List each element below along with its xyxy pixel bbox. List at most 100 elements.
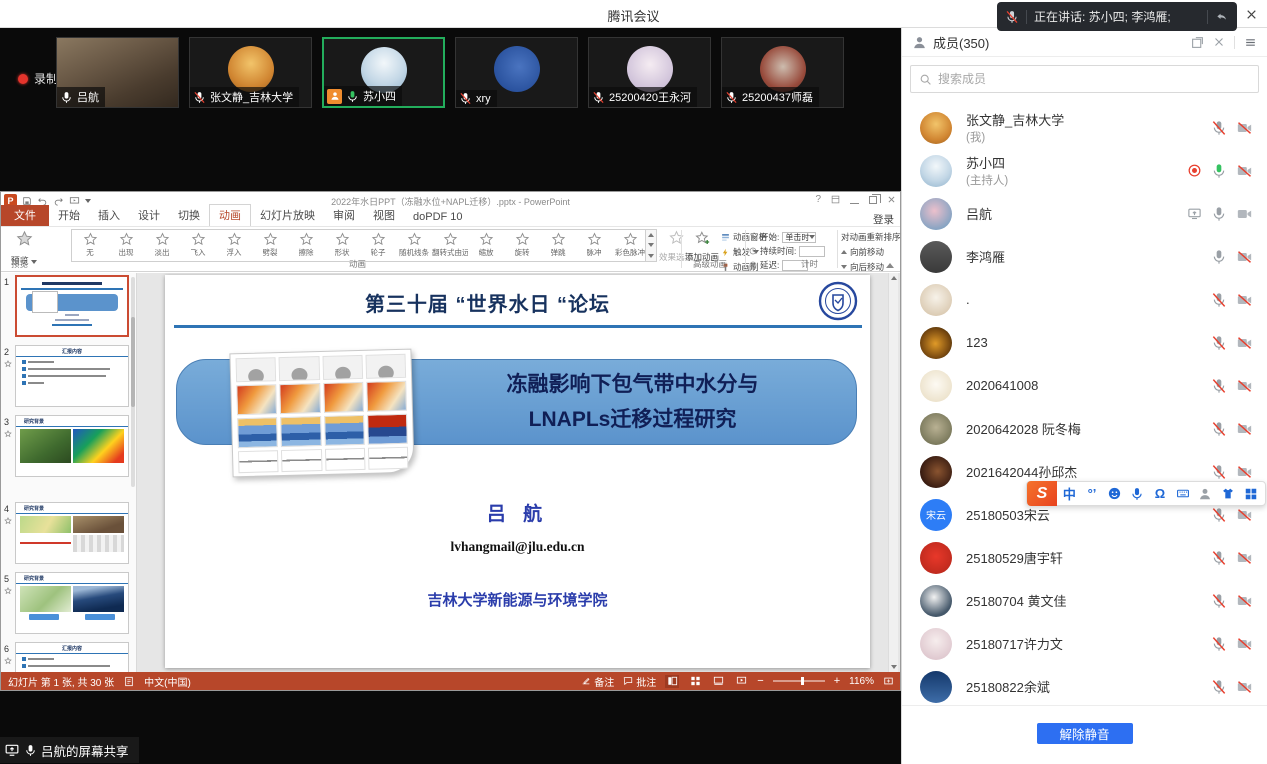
ppt-ribbon-tab[interactable]: 文件 (1, 205, 49, 226)
emoji-icon[interactable] (1104, 482, 1125, 505)
fit-slide-icon[interactable] (883, 676, 894, 686)
video-tile[interactable]: 25200437师磊 (721, 37, 844, 108)
member-row[interactable]: 25180704 黄文佳 (902, 579, 1267, 622)
member-row[interactable]: . (902, 278, 1267, 321)
camera-status-icon[interactable] (1236, 292, 1253, 308)
member-row[interactable]: 苏小四 (主持人) (902, 149, 1267, 192)
camera-status-icon[interactable] (1236, 421, 1253, 437)
animation-effect-item[interactable]: 无 (72, 230, 108, 261)
animation-effect-item[interactable]: 浮入 (216, 230, 252, 261)
camera-status-icon[interactable] (1236, 464, 1253, 480)
camera-status-icon[interactable] (1236, 636, 1253, 652)
slide-scrollbar[interactable] (888, 273, 898, 672)
member-row[interactable]: 2020641008 (902, 364, 1267, 407)
gallery-scrollbar[interactable] (646, 229, 657, 262)
camera-status-icon[interactable] (1236, 550, 1253, 566)
animation-effect-item[interactable]: 随机线条 (396, 230, 432, 261)
camera-status-icon[interactable] (1236, 507, 1253, 523)
video-tile[interactable]: 苏小四 (322, 37, 445, 108)
mic-status-icon[interactable] (1211, 421, 1227, 437)
notes-toggle[interactable]: 备注 (581, 674, 614, 689)
help-icon[interactable]: ? (815, 194, 821, 205)
zoom-level[interactable]: 116% (849, 676, 874, 687)
video-tile[interactable]: xry (455, 37, 578, 108)
keyboard-icon[interactable] (1172, 482, 1193, 505)
reading-view-button[interactable] (711, 675, 725, 688)
member-row[interactable]: 123 (902, 321, 1267, 364)
ppt-ribbon-tab[interactable]: 审阅 (324, 205, 364, 226)
ppt-ribbon-tab[interactable]: doPDF 10 (404, 209, 472, 226)
camera-status-icon[interactable] (1236, 378, 1253, 394)
normal-view-button[interactable] (665, 675, 679, 688)
mic-status-icon[interactable] (1211, 120, 1227, 136)
thumbnails-scrollbar[interactable] (131, 277, 135, 487)
animation-effect-item[interactable]: 缩放 (468, 230, 504, 261)
close-icon[interactable] (887, 195, 896, 204)
search-input[interactable] (938, 72, 1250, 86)
sign-in-link[interactable]: 登录 (873, 212, 894, 227)
voice-input-icon[interactable] (1127, 482, 1148, 505)
camera-status-icon[interactable] (1236, 593, 1253, 609)
ppt-ribbon-tab[interactable]: 切换 (169, 205, 209, 226)
member-row[interactable]: 25180717许力文 (902, 622, 1267, 665)
slide-canvas[interactable]: 第三十届 “世界水日 “论坛 (165, 275, 870, 668)
sogou-logo-icon[interactable]: S (1027, 481, 1057, 506)
animation-effect-item[interactable]: 形状 (324, 230, 360, 261)
ribbon-options-icon[interactable] (831, 195, 840, 204)
mic-status-icon[interactable] (1211, 679, 1227, 695)
animation-effect-item[interactable]: 脉冲 (576, 230, 612, 261)
member-row[interactable]: 25180529唐宇轩 (902, 536, 1267, 579)
ppt-ribbon-tab[interactable]: 动画 (209, 204, 251, 226)
mic-status-icon[interactable] (1211, 163, 1227, 179)
camera-status-icon[interactable] (1236, 679, 1253, 695)
camera-status-icon[interactable] (1236, 249, 1253, 265)
camera-status-icon[interactable] (1236, 163, 1253, 179)
popout-panel-icon[interactable] (1191, 36, 1204, 49)
language-indicator[interactable]: 中文(中国) (144, 674, 191, 689)
animation-effect-item[interactable]: 彩色脉冲 (612, 230, 646, 261)
ppt-ribbon-tab[interactable]: 视图 (364, 205, 404, 226)
toolbox-icon[interactable] (1240, 482, 1261, 505)
comments-toggle[interactable]: 批注 (623, 674, 656, 689)
animation-effect-item[interactable]: 擦除 (288, 230, 324, 261)
ppt-ribbon-tab[interactable]: 幻灯片放映 (251, 205, 324, 226)
mic-status-icon[interactable] (1211, 550, 1227, 566)
zoom-in-button[interactable]: + (834, 675, 840, 687)
unmute-button[interactable]: 解除静音 (1037, 723, 1133, 744)
camera-status-icon[interactable] (1236, 206, 1253, 222)
animation-effect-item[interactable]: 飞入 (180, 230, 216, 261)
ppt-ribbon-tab[interactable]: 开始 (49, 205, 89, 226)
animation-effect-item[interactable]: 淡出 (144, 230, 180, 261)
member-row[interactable]: 吕航 (902, 192, 1267, 235)
member-row[interactable]: 2020642028 阮冬梅 (902, 407, 1267, 450)
mic-status-icon[interactable] (1211, 292, 1227, 308)
camera-status-icon[interactable] (1236, 335, 1253, 351)
collapse-ribbon-icon[interactable] (886, 263, 894, 268)
close-icon[interactable] (1244, 7, 1259, 22)
video-tile[interactable]: 吕航 (56, 37, 179, 108)
ppt-ribbon-tab[interactable]: 设计 (129, 205, 169, 226)
animation-effect-item[interactable]: 翻转式由远.. (432, 230, 468, 261)
chinese-mode-icon[interactable]: 中 (1059, 482, 1080, 505)
slide-sorter-view-button[interactable] (688, 675, 702, 688)
start-select[interactable]: 单击时 (782, 232, 816, 243)
zoom-out-button[interactable]: − (757, 675, 763, 687)
camera-status-icon[interactable] (1236, 120, 1253, 136)
animation-effect-item[interactable]: 弹跳 (540, 230, 576, 261)
mic-status-icon[interactable] (1211, 249, 1227, 265)
mic-status-icon[interactable] (1211, 464, 1227, 480)
minimize-icon[interactable] (850, 203, 859, 204)
member-row[interactable]: 李鸿雁 (902, 235, 1267, 278)
mic-status-icon[interactable] (1211, 206, 1227, 222)
panel-menu-icon[interactable] (1244, 36, 1257, 49)
slideshow-view-button[interactable] (734, 675, 748, 688)
member-row[interactable]: 张文静_吉林大学 (我) (902, 106, 1267, 149)
mic-status-icon[interactable] (1211, 378, 1227, 394)
mic-status-icon[interactable] (1211, 636, 1227, 652)
move-earlier-button[interactable]: 向前移动 (841, 246, 901, 258)
animation-effect-item[interactable]: 旋转 (504, 230, 540, 261)
skin-icon[interactable] (1218, 482, 1239, 505)
animation-effect-item[interactable]: 轮子 (360, 230, 396, 261)
duration-input[interactable] (799, 246, 825, 257)
punctuation-icon[interactable]: °’ (1082, 482, 1103, 505)
